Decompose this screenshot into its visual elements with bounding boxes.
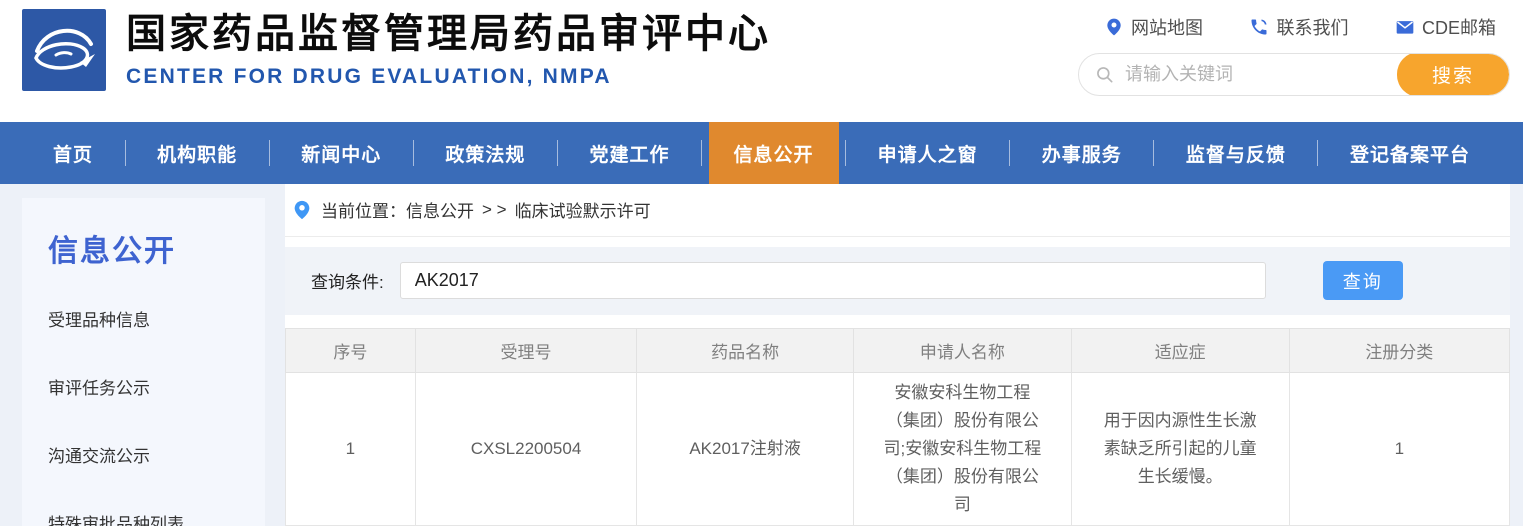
cell-registration-class: 1 xyxy=(1289,372,1509,525)
header-applicant: 申请人名称 xyxy=(853,328,1071,372)
nav-separator xyxy=(845,140,846,166)
contact-link[interactable]: 联系我们 xyxy=(1249,14,1348,40)
site-search-button[interactable]: 搜索 xyxy=(1397,53,1509,96)
site-subtitle: CENTER FOR DRUG EVALUATION, NMPA xyxy=(126,65,771,89)
query-bar: 查询条件: 查询 xyxy=(285,247,1510,315)
nav-item-applicant-window[interactable]: 申请人之窗 xyxy=(853,122,1003,184)
cell-applicant: 安徽安科生物工程（集团）股份有限公司;安徽安科生物工程（集团）股份有限公司 xyxy=(853,372,1071,525)
query-condition-label: 查询条件: xyxy=(311,268,384,293)
cell-seq: 1 xyxy=(286,372,416,525)
breadcrumb-current: 临床试验默示许可 xyxy=(515,197,651,222)
header-right: 网站地图 联系我们 CDE邮箱 搜索 xyxy=(1078,0,1510,96)
nav-separator xyxy=(1153,140,1154,166)
nav-separator xyxy=(125,140,126,166)
map-pin-icon xyxy=(1104,17,1124,37)
header: 国家药品监督管理局药品审评中心 CENTER FOR DRUG EVALUATI… xyxy=(0,0,1523,122)
content: 信息公开 受理品种信息 审评任务公示 沟通交流公示 特殊审批品种列表 当前位置：… xyxy=(0,184,1523,526)
sitemap-link[interactable]: 网站地图 xyxy=(1104,14,1203,40)
cell-acceptance-no: CXSL2200504 xyxy=(415,372,637,525)
main-panel: 当前位置： 信息公开 > > 临床试验默示许可 查询条件: 查询 序号 受 xyxy=(285,184,1510,526)
nav-separator xyxy=(701,140,702,166)
nav-item-news[interactable]: 新闻中心 xyxy=(276,122,406,184)
nav-item-registration-platform[interactable]: 登记备案平台 xyxy=(1325,122,1495,184)
header-registration-class: 注册分类 xyxy=(1289,328,1509,372)
sidebar-title: 信息公开 xyxy=(48,226,265,270)
nav-item-policies[interactable]: 政策法规 xyxy=(420,122,550,184)
header-seq: 序号 xyxy=(286,328,416,372)
header-acceptance-no: 受理号 xyxy=(415,328,637,372)
quick-links: 网站地图 联系我们 CDE邮箱 xyxy=(1078,0,1510,40)
mail-icon xyxy=(1395,17,1415,37)
nav-item-functions[interactable]: 机构职能 xyxy=(132,122,262,184)
sidebar-item-communication[interactable]: 沟通交流公示 xyxy=(48,442,265,467)
results-table: 序号 受理号 药品名称 申请人名称 适应症 注册分类 1 CXSL2200504… xyxy=(285,328,1510,526)
main-nav: 首页 机构职能 新闻中心 政策法规 党建工作 信息公开 申请人之窗 办事服务 监… xyxy=(0,122,1523,184)
breadcrumb: 当前位置： 信息公开 > > 临床试验默示许可 xyxy=(285,184,1510,237)
site-title: 国家药品监督管理局药品审评中心 xyxy=(126,12,771,56)
sidebar-item-accepted-products[interactable]: 受理品种信息 xyxy=(48,306,265,331)
nav-item-info-disclosure[interactable]: 信息公开 xyxy=(709,122,839,184)
search-icon xyxy=(1095,65,1115,85)
nav-separator xyxy=(557,140,558,166)
header-indication: 适应症 xyxy=(1071,328,1289,372)
nav-separator xyxy=(269,140,270,166)
breadcrumb-location-label: 当前位置： xyxy=(321,197,406,222)
location-pin-icon xyxy=(291,199,313,221)
nav-separator xyxy=(1009,140,1010,166)
header-drug-name: 药品名称 xyxy=(637,328,854,372)
nav-item-home[interactable]: 首页 xyxy=(28,122,118,184)
site-search: 搜索 xyxy=(1078,53,1510,96)
nav-item-supervision-feedback[interactable]: 监督与反馈 xyxy=(1161,122,1311,184)
nav-separator xyxy=(1317,140,1318,166)
cde-mail-link[interactable]: CDE邮箱 xyxy=(1395,14,1496,40)
cell-indication: 用于因内源性生长激素缺乏所引起的儿童生长缓慢。 xyxy=(1071,372,1289,525)
sitemap-label: 网站地图 xyxy=(1131,14,1203,40)
phone-icon xyxy=(1249,17,1269,37)
cell-drug-name: AK2017注射液 xyxy=(637,372,854,525)
sidebar-item-review-tasks[interactable]: 审评任务公示 xyxy=(48,374,265,399)
nav-item-party-building[interactable]: 党建工作 xyxy=(564,122,694,184)
page: 国家药品监督管理局药品审评中心 CENTER FOR DRUG EVALUATI… xyxy=(0,0,1523,526)
breadcrumb-separator: > > xyxy=(482,200,507,220)
sidebar: 信息公开 受理品种信息 审评任务公示 沟通交流公示 特殊审批品种列表 xyxy=(22,198,265,526)
contact-label: 联系我们 xyxy=(1276,14,1348,40)
cde-logo-icon xyxy=(22,9,106,91)
query-condition-input[interactable] xyxy=(400,262,1266,299)
nav-separator xyxy=(413,140,414,166)
table-row: 1 CXSL2200504 AK2017注射液 安徽安科生物工程（集团）股份有限… xyxy=(286,372,1510,525)
nav-item-services[interactable]: 办事服务 xyxy=(1017,122,1147,184)
breadcrumb-section[interactable]: 信息公开 xyxy=(406,197,474,222)
table-header-row: 序号 受理号 药品名称 申请人名称 适应症 注册分类 xyxy=(286,328,1510,372)
cde-mail-label: CDE邮箱 xyxy=(1422,14,1496,40)
site-search-input[interactable] xyxy=(1115,64,1397,85)
query-button[interactable]: 查询 xyxy=(1323,261,1403,300)
sidebar-item-special-approval-list[interactable]: 特殊审批品种列表 xyxy=(48,510,265,526)
site-titles: 国家药品监督管理局药品审评中心 CENTER FOR DRUG EVALUATI… xyxy=(126,12,771,89)
